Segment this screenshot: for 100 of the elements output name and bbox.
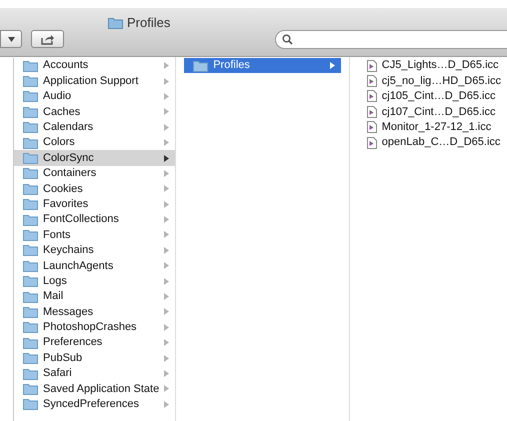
folder-item[interactable]: FontCollections bbox=[14, 212, 176, 228]
disclosure-arrow-icon bbox=[330, 62, 335, 70]
folder-icon bbox=[23, 275, 38, 288]
folder-item[interactable]: Saved Application State bbox=[14, 381, 176, 397]
folder-icon bbox=[23, 382, 38, 395]
folder-item[interactable]: Application Support bbox=[14, 73, 176, 89]
folder-icon bbox=[23, 368, 38, 380]
folder-icon bbox=[23, 182, 38, 195]
file-item[interactable]: cj105_Cint…D_D65.icc bbox=[358, 88, 507, 104]
folder-icon bbox=[23, 228, 38, 241]
file-item[interactable]: CJ5_Lights…D_D65.icc bbox=[358, 58, 507, 74]
disclosure-arrow-icon bbox=[164, 278, 170, 285]
folder-item[interactable]: PubSub bbox=[14, 350, 176, 366]
folder-item[interactable]: LaunchAgents bbox=[14, 258, 176, 274]
dropdown-button[interactable] bbox=[0, 30, 22, 48]
folder-item[interactable]: Calendars bbox=[14, 120, 176, 135]
document-icon bbox=[366, 75, 377, 88]
item-name: FontCollections bbox=[43, 212, 120, 228]
document-icon bbox=[366, 136, 377, 149]
folder-icon bbox=[23, 260, 38, 272]
search-field[interactable] bbox=[275, 30, 507, 49]
disclosure-arrow-icon bbox=[164, 108, 170, 116]
disclosure-arrow-icon bbox=[164, 124, 170, 131]
item-name: Colors bbox=[43, 135, 76, 150]
item-name: Monitor_1-27-12_1.icc bbox=[382, 120, 492, 136]
folder-item[interactable]: Profiles bbox=[184, 58, 341, 74]
folder-item[interactable]: Caches bbox=[14, 104, 176, 120]
disclosure-arrow-icon bbox=[164, 185, 170, 192]
folder-icon bbox=[23, 244, 38, 256]
folder-icon bbox=[23, 121, 38, 134]
disclosure-arrow-icon bbox=[164, 385, 170, 392]
item-name: Safari bbox=[43, 366, 73, 382]
folder-item[interactable]: PhotoshopCrashes bbox=[14, 320, 176, 336]
disclosure-arrow-icon bbox=[164, 139, 170, 146]
search-icon bbox=[282, 34, 293, 45]
disclosure-arrow-icon bbox=[164, 324, 170, 331]
share-button[interactable] bbox=[31, 30, 64, 48]
folder-item[interactable]: Favorites bbox=[14, 196, 176, 212]
item-name: cj107_Cint…D_D65.icc bbox=[382, 104, 496, 120]
file-item[interactable]: Monitor_1-27-12_1.icc bbox=[358, 120, 507, 135]
folder-icon bbox=[23, 398, 38, 410]
folder-item[interactable]: Keychains bbox=[14, 242, 176, 258]
folder-icon bbox=[23, 290, 38, 303]
folder-item[interactable]: ColorSync bbox=[14, 150, 176, 166]
caret-icon bbox=[8, 36, 14, 42]
item-name: Caches bbox=[43, 104, 82, 120]
folder-icon bbox=[23, 106, 38, 118]
folder-item[interactable]: Colors bbox=[14, 134, 176, 150]
item-name: PubSub bbox=[43, 350, 84, 366]
folder-item[interactable]: Messages bbox=[14, 304, 176, 320]
folder-icon bbox=[23, 352, 38, 364]
item-name: ColorSync bbox=[43, 150, 95, 166]
disclosure-arrow-icon bbox=[164, 200, 170, 208]
folder-item[interactable]: Accounts bbox=[14, 58, 176, 74]
folder-item[interactable]: Preferences bbox=[14, 335, 176, 350]
item-name: LaunchAgents bbox=[43, 258, 114, 274]
disclosure-arrow-icon bbox=[164, 400, 170, 408]
folder-item[interactable]: Logs bbox=[14, 273, 176, 289]
folder-icon bbox=[23, 152, 38, 164]
folder-item[interactable]: Audio bbox=[14, 88, 176, 104]
file-item[interactable]: openLab_C…D_D65.icc bbox=[358, 134, 507, 150]
item-name: Profiles bbox=[213, 58, 251, 74]
folder-icon bbox=[23, 336, 38, 349]
folder-item[interactable]: Mail bbox=[14, 288, 176, 304]
disclosure-arrow-icon bbox=[164, 246, 170, 254]
folder-icon bbox=[193, 60, 208, 72]
item-name: Mail bbox=[43, 289, 64, 304]
disclosure-arrow-icon bbox=[164, 370, 170, 377]
item-name: Logs bbox=[43, 274, 68, 289]
item-name: Fonts bbox=[43, 228, 72, 243]
file-item[interactable]: cj107_Cint…D_D65.icc bbox=[358, 104, 507, 120]
item-name: Preferences bbox=[43, 335, 104, 350]
folder-icon bbox=[23, 214, 38, 226]
item-name: cj105_Cint…D_D65.icc bbox=[382, 89, 496, 104]
folder-icon bbox=[23, 75, 38, 88]
folder-icon bbox=[23, 198, 38, 210]
window-title: Profiles bbox=[127, 14, 170, 32]
item-name: PhotoshopCrashes bbox=[43, 320, 138, 336]
item-name: Containers bbox=[43, 166, 98, 182]
item-name: Application Support bbox=[43, 74, 140, 89]
item-name: Calendars bbox=[43, 120, 94, 136]
folder-item[interactable]: SyncedPreferences bbox=[14, 396, 176, 412]
item-name: SyncedPreferences bbox=[43, 397, 140, 412]
file-item[interactable]: cj5_no_lig…HD_D65.icc bbox=[358, 73, 507, 89]
item-name: cj5_no_lig…HD_D65.icc bbox=[382, 74, 501, 89]
item-name: CJ5_Lights…D_D65.icc bbox=[382, 58, 500, 74]
folder-icon bbox=[23, 306, 38, 318]
document-icon bbox=[366, 106, 377, 118]
document-icon bbox=[366, 60, 377, 72]
folder-item[interactable]: Safari bbox=[14, 366, 176, 382]
folder-item[interactable]: Fonts bbox=[14, 227, 176, 243]
folder-item[interactable]: Cookies bbox=[14, 181, 176, 197]
share-icon bbox=[41, 34, 54, 44]
folder-icon bbox=[23, 60, 38, 72]
disclosure-arrow-icon bbox=[164, 62, 170, 70]
document-icon bbox=[366, 90, 377, 102]
item-name: Messages bbox=[43, 304, 94, 320]
item-name: Keychains bbox=[43, 243, 95, 258]
disclosure-arrow-icon bbox=[164, 339, 170, 346]
folder-item[interactable]: Containers bbox=[14, 166, 176, 182]
